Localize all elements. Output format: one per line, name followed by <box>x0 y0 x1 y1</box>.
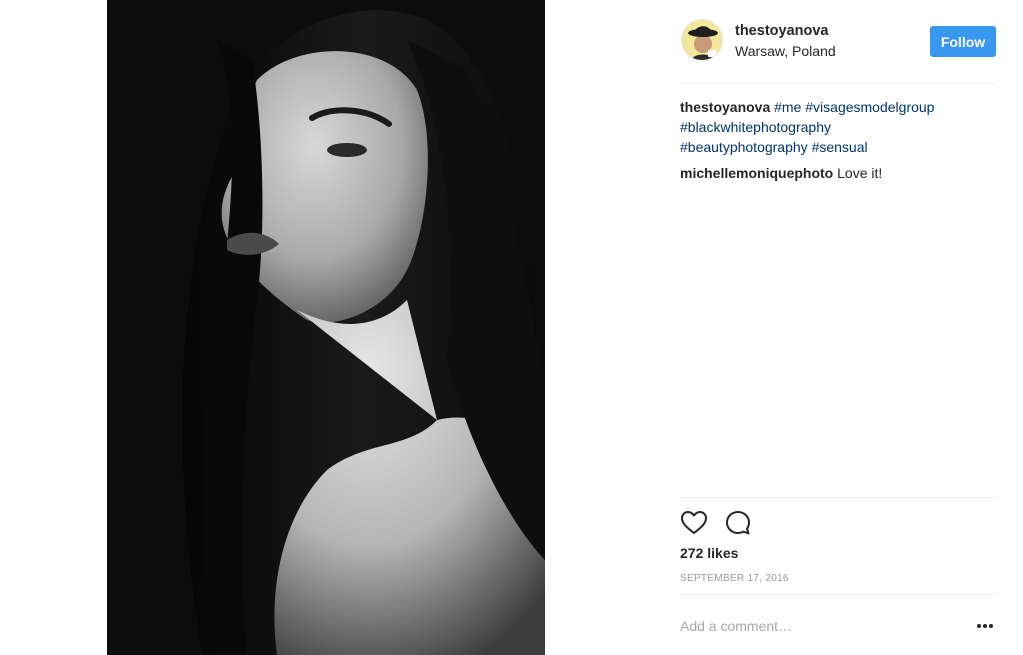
post-actions <box>680 509 996 537</box>
header-divider <box>680 83 996 84</box>
comment-divider <box>680 594 996 595</box>
comment-username[interactable]: michellemoniquephoto <box>680 165 833 181</box>
comments-section: thestoyanova #me #visagesmodelgroup #bla… <box>680 97 996 183</box>
post-location[interactable]: Warsaw, Poland <box>735 43 836 59</box>
comment-text: Love it! <box>837 165 883 181</box>
ellipsis-icon[interactable] <box>974 616 996 636</box>
heart-icon[interactable] <box>680 509 708 537</box>
comment-bubble-icon[interactable] <box>724 509 752 537</box>
hashtag-beautyphotography[interactable]: #beautyphotography <box>680 139 808 155</box>
add-comment-input[interactable] <box>680 614 960 638</box>
hashtag-visagesmodelgroup[interactable]: #visagesmodelgroup <box>805 99 934 115</box>
post-author-username[interactable]: thestoyanova <box>735 23 828 39</box>
hashtag-blackwhitephotography[interactable]: #blackwhitephotography <box>680 119 831 135</box>
portrait-photo-image <box>107 0 545 655</box>
post-side-panel: thestoyanova Warsaw, Poland Follow thest… <box>680 0 996 655</box>
post-date: SEPTEMBER 17, 2016 <box>680 573 789 584</box>
hashtag-sensual[interactable]: #sensual <box>812 139 868 155</box>
post-page: thestoyanova Warsaw, Poland Follow thest… <box>0 0 1023 655</box>
actions-divider <box>680 497 996 498</box>
add-comment-row <box>680 606 996 646</box>
post-photo[interactable] <box>107 0 545 655</box>
avatar[interactable] <box>681 19 723 61</box>
hashtag-me[interactable]: #me <box>774 99 801 115</box>
post-caption: thestoyanova #me #visagesmodelgroup #bla… <box>680 97 996 157</box>
caption-username[interactable]: thestoyanova <box>680 99 770 115</box>
likes-count[interactable]: 272 likes <box>680 545 738 561</box>
post-header: thestoyanova Warsaw, Poland Follow <box>680 19 996 65</box>
avatar-photo-image <box>682 20 722 60</box>
follow-button[interactable]: Follow <box>930 26 996 57</box>
comment-item: michellemoniquephoto Love it! <box>680 163 996 183</box>
